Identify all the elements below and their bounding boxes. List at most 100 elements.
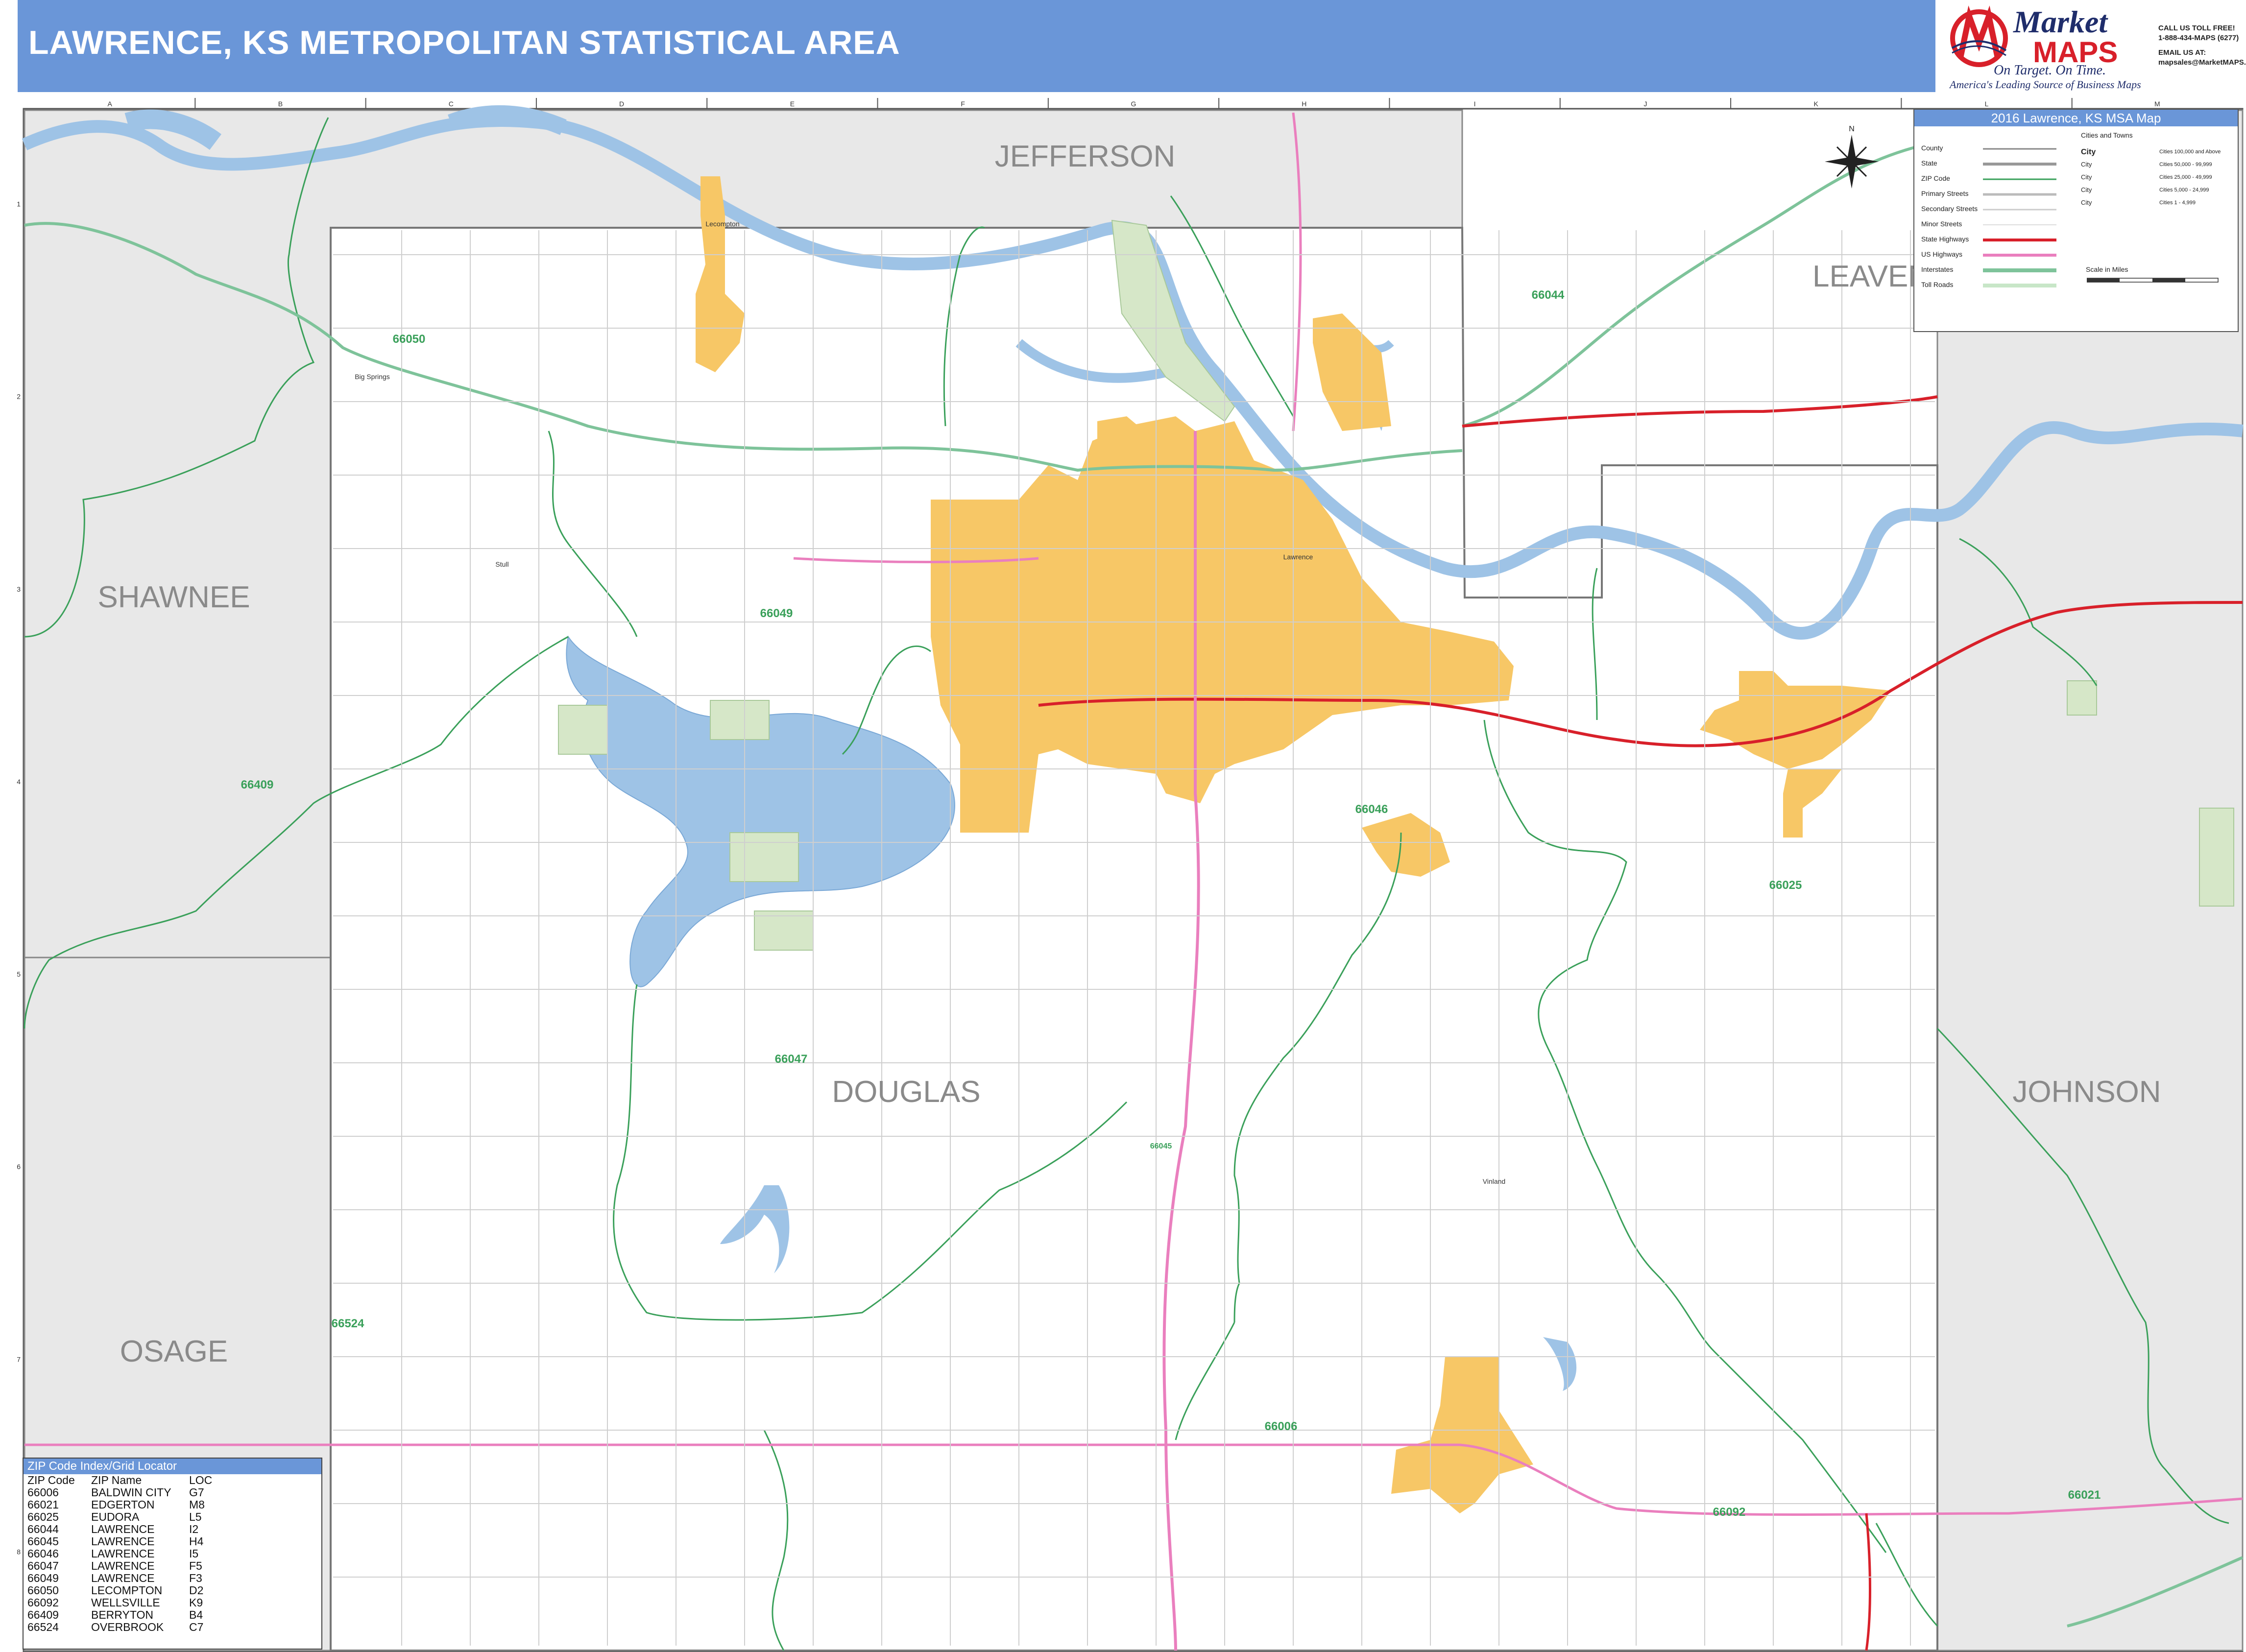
legend-swatch [1983, 284, 2056, 287]
zip-index-cell: LAWRENCE [91, 1523, 155, 1535]
park-area [710, 700, 770, 740]
zip-index-cell: F3 [189, 1572, 202, 1584]
legend-city-class: City [2081, 199, 2092, 206]
county-label-douglas: DOUGLAS [832, 1075, 980, 1109]
zip-index-cell: 66021 [27, 1498, 59, 1511]
legend-column-head: Cities and Towns [2081, 131, 2133, 139]
zip-col-header: LOC [189, 1474, 213, 1486]
legend-city-population: Cities 100,000 and Above [2159, 149, 2221, 155]
zip-label: 66025 [1769, 879, 1802, 892]
scale-bar [2087, 278, 2219, 283]
zip-label: 66050 [393, 333, 426, 346]
zip-index-row: 66025 EUDORA L5 [24, 1511, 321, 1523]
map-legend: 2016 Lawrence, KS MSA Map Cities and Tow… [1913, 109, 2239, 332]
zip-index-cell: H4 [189, 1535, 204, 1548]
legend-swatch [1983, 224, 2056, 225]
legend-item-label: Primary Streets [1921, 190, 1969, 197]
zip-index-cell: LAWRENCE [91, 1559, 155, 1572]
zip-index-cell: M8 [189, 1498, 205, 1511]
zip-index-row: 66092 WELLSVILLE K9 [24, 1597, 321, 1609]
zip-index-cell: 66524 [27, 1621, 59, 1633]
legend-city-population: Cities 1 - 4,999 [2159, 200, 2196, 206]
zip-index-row: 66050 LECOMPTON D2 [24, 1584, 321, 1597]
zip-index-cell: 66006 [27, 1486, 59, 1499]
zip-index-cell: 66025 [27, 1510, 59, 1523]
park-area [754, 910, 814, 951]
zip-label: 66092 [1713, 1506, 1746, 1519]
legend-item-label: State [1921, 159, 1937, 167]
place-label: Big Springs [355, 373, 390, 381]
zip-label: 66045 [1150, 1142, 1172, 1150]
grid-column-label: J [1643, 100, 1647, 108]
zip-index-cell: OVERBROOK [91, 1621, 164, 1633]
park-area [2199, 808, 2234, 907]
zip-index-cell: 66050 [27, 1584, 59, 1597]
zip-index-cell: WELLSVILLE [91, 1596, 160, 1609]
zip-index-cell: I5 [189, 1547, 199, 1560]
legend-item-label: County [1921, 144, 1943, 152]
zip-index-cell: 66046 [27, 1547, 59, 1560]
county-label-jefferson: JEFFERSON [995, 140, 1176, 173]
zip-label: 66524 [332, 1317, 364, 1330]
zip-col-header: ZIP Name [91, 1474, 142, 1486]
zip-index-cell: LAWRENCE [91, 1572, 155, 1584]
zip-index-rows: 66006 BALDWIN CITY G7 66021 EDGERTON M8 66025 E… [24, 1486, 321, 1633]
zip-index-cell: 66049 [27, 1572, 59, 1584]
zip-code-index: ZIP Code Index/Grid Locator ZIP Code ZIP … [23, 1458, 322, 1650]
zip-label: 66049 [760, 607, 793, 620]
zip-index-row: 66045 LAWRENCE H4 [24, 1535, 321, 1548]
grid-column-label: G [1131, 100, 1136, 108]
zip-label: 66044 [1532, 288, 1565, 302]
zip-index-cell: LECOMPTON [91, 1584, 163, 1597]
zip-index-cell: D2 [189, 1584, 204, 1597]
grid-column-label: E [790, 100, 795, 108]
legend-city-population: Cities 5,000 - 24,999 [2159, 187, 2209, 193]
place-label: Lawrence [1283, 553, 1313, 561]
zip-index-row: 66524 OVERBROOK C7 [24, 1621, 321, 1633]
zip-index-cell: F5 [189, 1559, 202, 1572]
county-label-osage: OSAGE [120, 1335, 228, 1368]
grid-row-label: 1 [17, 200, 21, 208]
zip-index-cell: G7 [189, 1486, 204, 1499]
legend-item-label: Toll Roads [1921, 281, 1954, 288]
grid-row-label: 7 [17, 1355, 21, 1363]
grid-column-label: I [1474, 100, 1476, 108]
legend-swatch [1983, 148, 2056, 150]
zip-index-row: 66021 EDGERTON M8 [24, 1499, 321, 1511]
legend-city-population: Cities 25,000 - 49,999 [2159, 174, 2212, 180]
zip-index-cell: EDGERTON [91, 1498, 155, 1511]
zip-col-header: ZIP Code [27, 1474, 75, 1486]
zip-label: 66047 [775, 1053, 808, 1066]
zip-index-cell: 66047 [27, 1559, 59, 1572]
zip-index-title: ZIP Code Index/Grid Locator [24, 1459, 321, 1474]
legend-title: 2016 Lawrence, KS MSA Map [1914, 110, 2238, 126]
place-label: Vinland [1483, 1177, 1505, 1185]
zip-index-cell: LAWRENCE [91, 1547, 155, 1560]
legend-city-class: City [2081, 148, 2096, 156]
legend-city-population: Cities 50,000 - 99,999 [2159, 162, 2212, 168]
legend-swatch [1983, 178, 2056, 180]
legend-swatch [1983, 163, 2056, 166]
legend-city-class: City [2081, 173, 2092, 181]
zip-index-cell: 66044 [27, 1523, 59, 1535]
grid-column-label: A [107, 100, 112, 108]
zip-index-row: 66046 LAWRENCE I5 [24, 1548, 321, 1560]
zip-index-cell: 66092 [27, 1596, 59, 1609]
zip-index-cell: EUDORA [91, 1510, 140, 1523]
zip-index-header: ZIP Code ZIP Name LOC [24, 1474, 321, 1486]
zip-label: 66021 [2068, 1488, 2101, 1502]
zip-index-row: 66006 BALDWIN CITY G7 [24, 1486, 321, 1499]
grid-row-ruler: 1 2 3 4 5 6 7 8 [17, 200, 21, 1556]
zip-index-cell: I2 [189, 1523, 199, 1535]
grid-column-label: L [1985, 100, 1989, 108]
grid-row-label: 4 [17, 778, 21, 786]
grid-column-label: H [1302, 100, 1306, 108]
zip-index-cell: B4 [189, 1608, 203, 1621]
park-area [729, 832, 799, 882]
zip-index-cell: LAWRENCE [91, 1535, 155, 1548]
grid-column-label: D [619, 100, 624, 108]
grid-column-label: M [2154, 100, 2160, 108]
legend-city-class: City [2081, 186, 2092, 193]
park-area [2067, 680, 2097, 716]
grid-column-label: K [1814, 100, 1819, 108]
